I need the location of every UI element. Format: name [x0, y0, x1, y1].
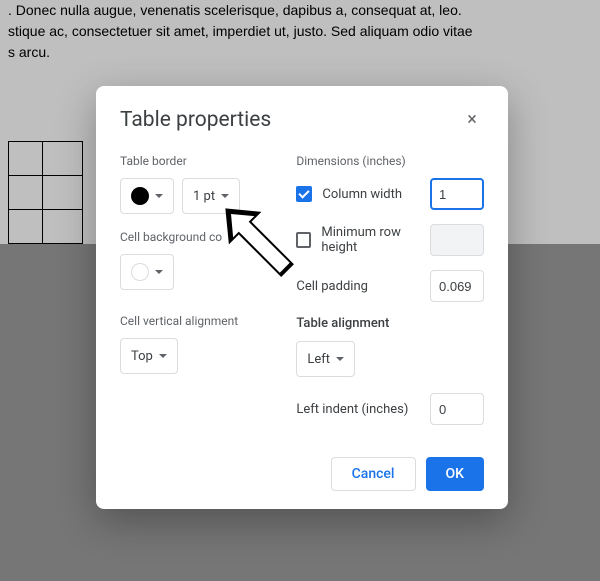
cell-padding-input[interactable] — [430, 270, 484, 302]
min-row-height-checkbox[interactable] — [296, 232, 311, 248]
dimensions-label: Dimensions (inches) — [296, 154, 484, 168]
modal-title: Table properties — [120, 108, 271, 132]
cell-padding-label: Cell padding — [296, 279, 368, 294]
min-row-height-label: Minimum row height — [321, 225, 430, 255]
chevron-down-icon — [221, 194, 229, 198]
ok-button[interactable]: OK — [426, 457, 485, 491]
chevron-down-icon — [155, 270, 163, 274]
table-alignment-value: Left — [307, 352, 330, 367]
cell-bg-color-dropdown[interactable] — [120, 254, 174, 290]
chevron-down-icon — [336, 357, 344, 361]
min-row-height-input — [430, 224, 484, 256]
column-width-checkbox[interactable] — [296, 186, 312, 202]
chevron-down-icon — [159, 354, 167, 358]
column-width-label: Column width — [322, 187, 402, 202]
right-column: Dimensions (inches) Column width Minimum… — [296, 154, 484, 439]
vert-align-label: Cell vertical alignment — [120, 314, 276, 328]
left-indent-input[interactable] — [430, 393, 484, 425]
chevron-down-icon — [155, 194, 163, 198]
border-color-dropdown[interactable] — [120, 178, 174, 214]
table-border-label: Table border — [120, 154, 276, 168]
table-properties-modal: Table properties × Table border 1 pt Cel… — [96, 86, 508, 509]
cancel-button[interactable]: Cancel — [331, 457, 416, 491]
vert-align-dropdown[interactable]: Top — [120, 338, 178, 374]
close-icon[interactable]: × — [460, 108, 484, 132]
color-swatch-icon — [131, 187, 149, 205]
left-column: Table border 1 pt Cell background co — [120, 154, 276, 439]
color-swatch-icon — [131, 263, 149, 281]
column-width-input[interactable] — [430, 178, 484, 210]
vert-align-value: Top — [131, 349, 153, 364]
left-indent-label: Left indent (inches) — [296, 402, 408, 417]
table-alignment-label: Table alignment — [296, 316, 484, 331]
border-width-dropdown[interactable]: 1 pt — [182, 178, 240, 214]
border-width-value: 1 pt — [193, 189, 215, 204]
cell-bg-label: Cell background co — [120, 230, 276, 244]
table-alignment-dropdown[interactable]: Left — [296, 341, 355, 377]
